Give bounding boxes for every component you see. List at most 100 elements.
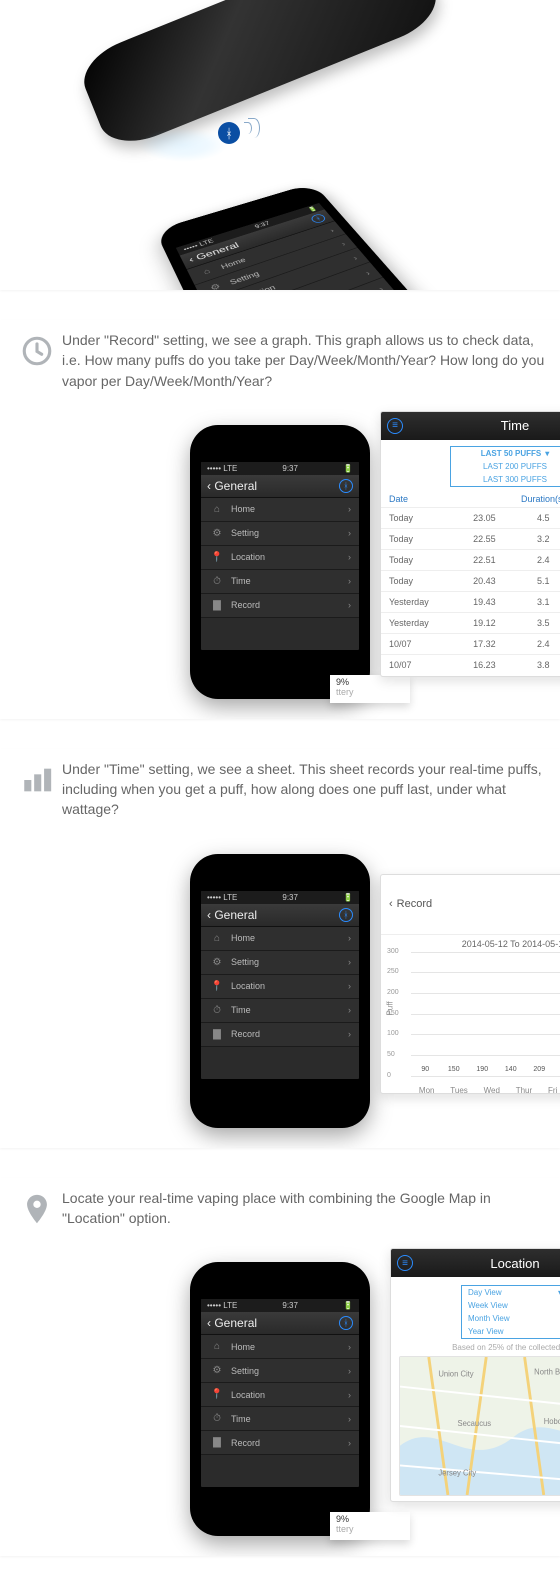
menu-item-label: Setting	[231, 1366, 259, 1376]
column-header: Duration(s)	[504, 491, 560, 508]
menu-item-icon: ⚙	[205, 281, 226, 290]
filter-option-selected: LAST 50 PUFFS	[451, 447, 560, 460]
time-composite: ••••• LTE9:37🔋 ‹ General ᚼ ⌂Home›⚙Settin…	[12, 834, 548, 1128]
x-axis-label: Thur	[516, 1086, 532, 1094]
back-button[interactable]: ‹ General	[207, 908, 257, 922]
menu-item-icon: ⚙	[209, 1365, 225, 1376]
time-panel: ≡ Time ᚼ LAST 50 PUFFS LAST 200 PUFFS LA…	[380, 411, 560, 677]
menu-item-label: Location	[231, 552, 265, 562]
gridline: 200	[411, 993, 560, 994]
phone-image: ••••• LTE9:37🔋 ‹ General ᚼ ⌂Home› ⚙ Settin…	[190, 425, 370, 699]
menu-item-label: Time	[231, 576, 251, 586]
menu-icon[interactable]: ≡	[387, 418, 403, 434]
svg-text:Secaucus: Secaucus	[458, 1419, 492, 1428]
svg-text:Jersey City: Jersey City	[438, 1469, 476, 1478]
signal-wave-icon	[248, 118, 260, 138]
time-section: Under "Time" setting, we see a sheet. Th…	[0, 749, 560, 1148]
menu-item-icon: ⏱	[209, 576, 225, 587]
filter-option-selected: Day View	[462, 1286, 560, 1299]
menu-item-icon: 📍	[209, 552, 225, 563]
bluetooth-badge-icon[interactable]: ᚼ	[339, 1316, 353, 1330]
menu-icon[interactable]: ≡	[397, 1255, 413, 1271]
column-header: Date	[381, 491, 465, 508]
vape-pen-image	[74, 0, 445, 154]
panel-title: Record	[397, 898, 432, 910]
menu-item-label: Setting	[231, 528, 259, 538]
menu-item-icon: ⏱	[209, 1413, 225, 1424]
phone-menu-time[interactable]: ⏱Time›	[201, 1407, 359, 1431]
chevron-right-icon: ›	[348, 1342, 351, 1352]
chevron-right-icon: ›	[348, 1438, 351, 1448]
phone-menu-location[interactable]: 📍Location›	[201, 1383, 359, 1407]
phone-image: ••••• LTE9:37🔋 ‹ General ᚼ ⌂Home›⚙Settin…	[190, 1262, 370, 1536]
back-button[interactable]: ‹ General	[207, 1316, 257, 1330]
product-hero: ᚼ ••••• LTE 9:37 🔋 ‹ General ᚼ ⌂Home›⚙Se…	[0, 0, 560, 290]
phone-menu-time[interactable]: ⏱Time›	[201, 999, 359, 1023]
location-description: Locate your real-time vaping place with …	[62, 1188, 548, 1229]
panel-title: Time	[501, 418, 529, 433]
menu-item-icon: ⌂	[209, 504, 225, 515]
phone-menu-home[interactable]: ⌂Home›	[201, 498, 359, 522]
menu-item-icon: ▇	[209, 1437, 225, 1448]
x-axis-label: Tues	[450, 1086, 468, 1094]
chevron-right-icon: ›	[348, 1414, 351, 1424]
gridline: 150	[411, 1014, 560, 1015]
location-range-filter[interactable]: Day View Week View Month View Year View	[461, 1285, 560, 1339]
phone-menu-record[interactable]: ▇Record›	[201, 594, 359, 618]
svg-text:Union City: Union City	[438, 1370, 473, 1379]
bluetooth-badge-icon[interactable]: ᚼ	[309, 213, 327, 224]
bluetooth-ripple	[138, 128, 228, 162]
chevron-right-icon: ›	[348, 1005, 351, 1015]
filter-option: Month View	[462, 1312, 560, 1325]
bluetooth-icon: ᚼ	[218, 122, 240, 144]
filter-option: LAST 300 PUFFS	[451, 473, 560, 486]
puff-bar-chart: Puff 050100150200250300 9015019014020920…	[381, 949, 560, 1094]
bluetooth-badge-icon[interactable]: ᚼ	[339, 908, 353, 922]
svg-text:Hoboken: Hoboken	[544, 1417, 560, 1426]
clock-icon	[12, 330, 62, 368]
menu-item-icon: ⚙	[209, 957, 225, 968]
gridline: 250	[411, 972, 560, 973]
chevron-right-icon: ›	[348, 576, 351, 586]
menu-item-icon: ⚙	[209, 528, 225, 539]
panel-header: ≡ Time ᚼ	[381, 412, 560, 440]
phone-statusbar: ••••• LTE9:37🔋	[201, 1299, 359, 1312]
chevron-right-icon: ›	[348, 1366, 351, 1376]
bluetooth-badge-icon[interactable]: ᚼ	[339, 479, 353, 493]
back-button[interactable]: ‹ General	[207, 479, 257, 493]
phone-statusbar: ••••• LTE9:37🔋	[201, 462, 359, 475]
record-composite: ••••• LTE9:37🔋 ‹ General ᚼ ⌂Home› ⚙ Settin…	[12, 405, 548, 699]
phone-menu-home[interactable]: ⌂Home›	[201, 927, 359, 951]
chevron-right-icon: ›	[348, 528, 351, 538]
menu-item-icon: ▇	[209, 1029, 225, 1040]
phone-menu-setting[interactable]: ⚙ Setting ›	[201, 522, 359, 546]
menu-item-label: Home	[231, 1342, 255, 1352]
location-panel: ≡ Location ᚼ Day View Week View Month Vi…	[390, 1248, 560, 1502]
record-chart-panel: ‹ Record Week Day Month Year By Puff By …	[380, 874, 560, 1094]
chart-subtitle: 2014-05-12 To 2014-05-18	[381, 935, 560, 949]
phone-menu-record[interactable]: ▇Record›	[201, 1431, 359, 1455]
phone-menu-record[interactable]: ▇Record›	[201, 1023, 359, 1047]
chevron-right-icon: ›	[339, 240, 346, 247]
menu-item-icon: 📍	[209, 981, 225, 992]
puff-range-filter[interactable]: LAST 50 PUFFS LAST 200 PUFFS LAST 300 PU…	[450, 446, 560, 487]
phone-menu-home[interactable]: ⌂Home›	[201, 1335, 359, 1359]
menu-item-icon: ⌂	[209, 933, 225, 944]
back-icon[interactable]: ‹	[389, 898, 393, 910]
chevron-right-icon: ›	[348, 957, 351, 967]
phone-menu-setting[interactable]: ⚙Setting›	[201, 951, 359, 975]
bar-chart-icon	[12, 759, 62, 797]
panel-title: Location	[490, 1256, 539, 1271]
phone-menu-time[interactable]: ⏱ Time ›	[201, 570, 359, 594]
menu-item-icon: ▇	[209, 600, 225, 611]
gridline: 50	[411, 1055, 560, 1056]
phone-menu-location[interactable]: 📍Location›	[201, 546, 359, 570]
filter-option: Week View	[462, 1299, 560, 1312]
location-section: Locate your real-time vaping place with …	[0, 1178, 560, 1557]
filter-option: Year View	[462, 1325, 560, 1338]
phone-menu-setting[interactable]: ⚙ Setting ›	[201, 1359, 359, 1383]
phone-menu-location[interactable]: 📍Location›	[201, 975, 359, 999]
table-row: Yesterday19.123.57.2	[381, 612, 560, 633]
chevron-right-icon: ›	[348, 981, 351, 991]
menu-item-label: Time	[231, 1005, 251, 1015]
